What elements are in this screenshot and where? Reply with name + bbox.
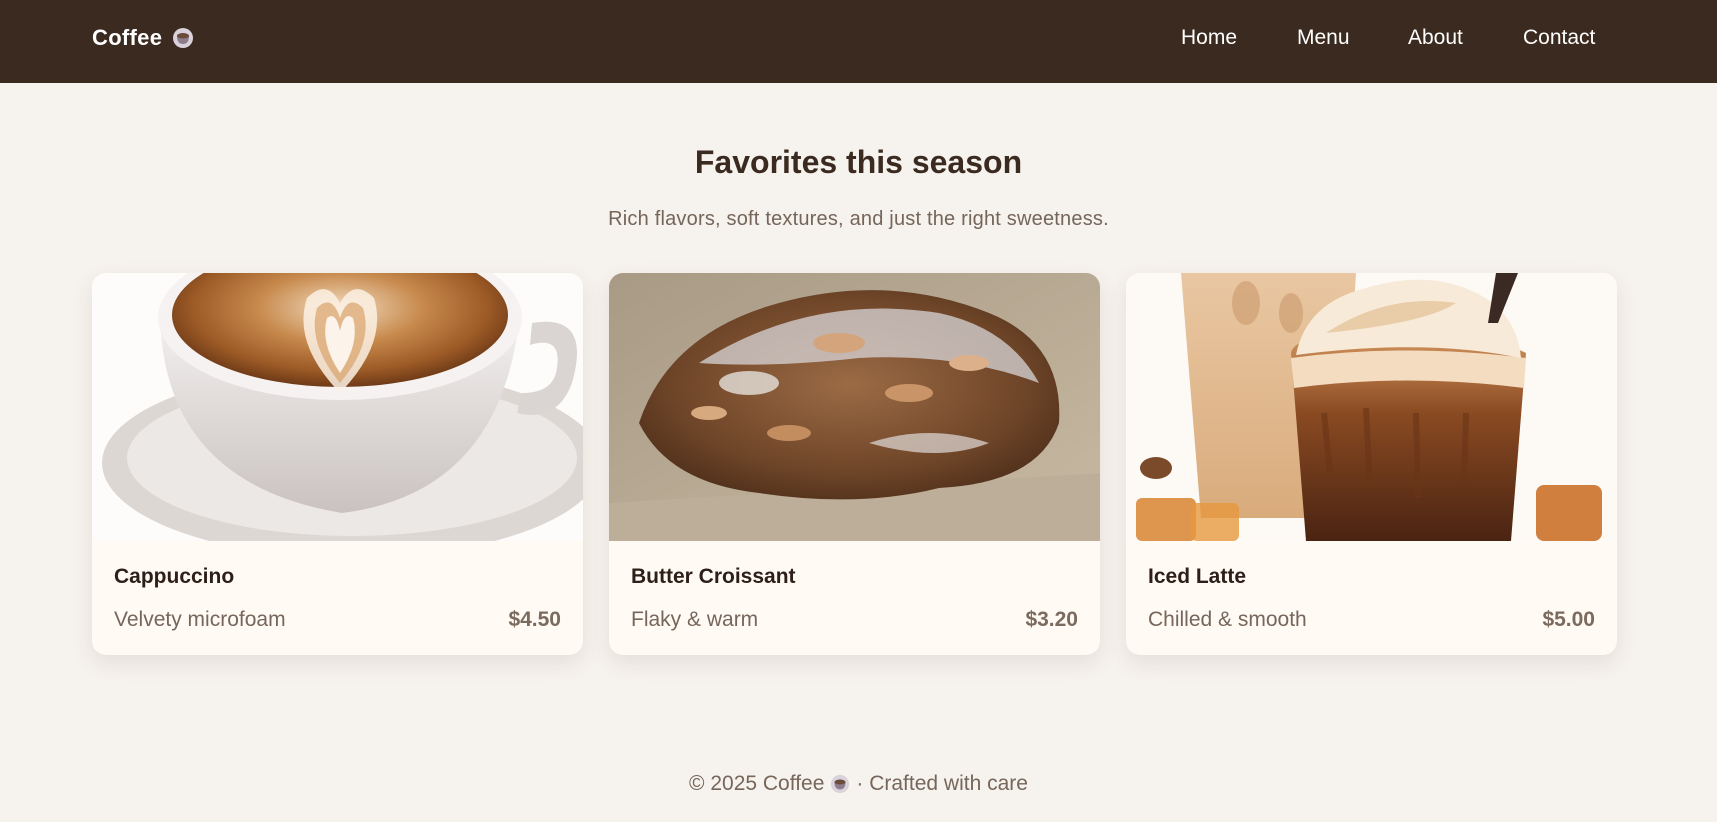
iced-latte-image (1126, 273, 1617, 541)
nav-link-contact[interactable]: Contact (1523, 26, 1595, 50)
nav-menu: Home Menu About Contact (0, 26, 1717, 56)
navbar: Coffee Home Menu About Contact (0, 0, 1717, 83)
footer-tagline: · Crafted with care (856, 772, 1028, 795)
section-title: Favorites this season (694, 144, 1023, 180)
product-description: Flaky & warm (631, 608, 759, 631)
product-description: Velvety microfoam (114, 608, 286, 631)
nav-link-about[interactable]: About (1408, 26, 1463, 50)
product-description: Chilled & smooth (1148, 608, 1307, 631)
coffee-cup-icon (831, 774, 850, 794)
product-name: Cappuccino (114, 565, 235, 588)
nav-link-menu[interactable]: Menu (1297, 26, 1350, 50)
section-subtitle: Rich flavors, soft textures, and just th… (608, 208, 1109, 230)
product-name: Iced Latte (1148, 565, 1247, 588)
footer-copyright: © 2025 Coffee (689, 772, 825, 795)
product-price: $3.20 (1025, 608, 1078, 631)
nav-link-home[interactable]: Home (1181, 26, 1237, 50)
footer: © 2025 Coffee · Crafted with care (0, 772, 1717, 796)
product-name: Butter Croissant (631, 565, 796, 588)
product-price: $4.50 (508, 608, 561, 631)
croissant-image (609, 273, 1100, 541)
product-card-iced-latte[interactable]: Iced Latte Chilled & smooth $5.00 (1126, 273, 1617, 655)
product-card-cappuccino[interactable]: Cappuccino Velvety microfoam $4.50 (92, 273, 583, 655)
product-card-butter-croissant[interactable]: Butter Croissant Flaky & warm $3.20 (609, 273, 1100, 655)
cappuccino-image (92, 273, 583, 541)
product-price: $5.00 (1542, 608, 1595, 631)
